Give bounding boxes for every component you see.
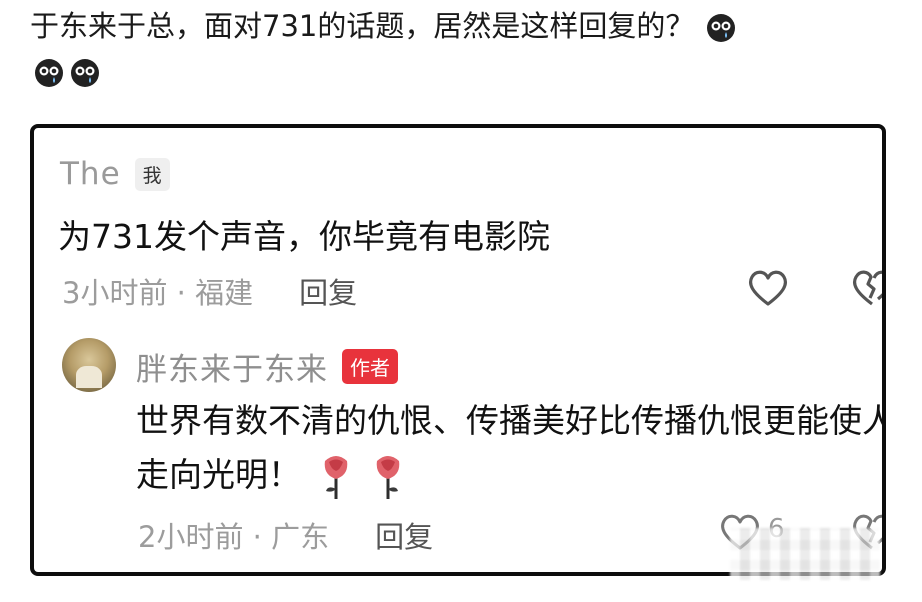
heart-icon[interactable]: [746, 268, 790, 308]
comment1-reply-button[interactable]: 回复: [299, 270, 357, 312]
me-badge: 我: [134, 157, 170, 191]
comment2-username[interactable]: 胖东来于东来: [136, 344, 328, 389]
rose-icon: [371, 453, 405, 501]
comment1-time-location: 3小时前 · 福建: [62, 276, 254, 310]
rose-icon: [319, 453, 353, 501]
comment1-text: 为731发个声音，你毕竟有电影院: [58, 217, 550, 256]
avatar[interactable]: [62, 338, 116, 392]
author-badge: 作者: [342, 349, 398, 384]
emoji-row: [32, 58, 102, 88]
comment2-reply-button[interactable]: 回复: [375, 514, 433, 556]
comment1-username[interactable]: The: [60, 156, 121, 192]
crying-face-icon: [706, 13, 736, 43]
comment2-meta: 2小时前 · 广东 回复: [138, 514, 433, 556]
comment2-time-location: 2小时前 · 广东: [138, 520, 330, 554]
headline-text: 于东来于总，面对731的话题，居然是这样回复的？: [30, 9, 695, 43]
comment2-text: 世界有数不清的仇恨、传播美好比传播仇恨更能使人走向光明！: [136, 401, 886, 494]
post-headline: 于东来于总，面对731的话题，居然是这样回复的？: [30, 4, 910, 48]
comment1-header: The 我: [60, 156, 170, 192]
crying-face-icon: [34, 58, 64, 88]
comment-card: The 我 为731发个声音，你毕竟有电影院 3小时前 · 福建 回复 胖东来于…: [30, 124, 886, 576]
broken-heart-icon[interactable]: [852, 268, 882, 308]
crying-face-icon: [70, 58, 100, 88]
comment2-body: 世界有数不清的仇恨、传播美好比传播仇恨更能使人走向光明！: [136, 394, 886, 502]
watermark-blur: [730, 528, 880, 580]
comment1-meta: 3小时前 · 福建 回复: [62, 270, 357, 312]
comment2-header: 胖东来于东来 作者: [136, 344, 398, 389]
